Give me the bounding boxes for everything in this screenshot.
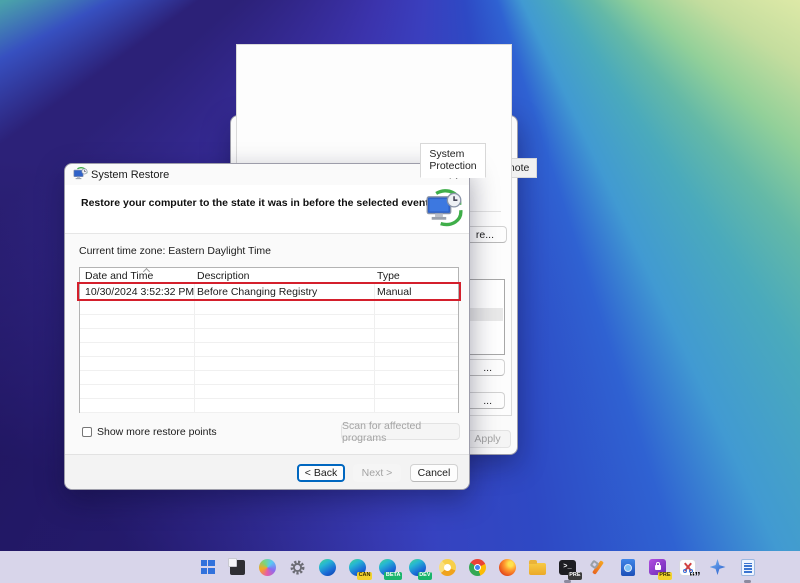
system-restore-title: System Restore <box>91 169 169 181</box>
powertoys-button[interactable] <box>587 557 608 578</box>
edge-dev-button[interactable]: DEV <box>407 557 428 578</box>
folder-icon <box>529 563 546 575</box>
settings-button[interactable] <box>287 557 308 578</box>
show-more-label: Show more restore points <box>97 426 217 438</box>
scan-affected-programs-button[interactable]: Scan for affected programs <box>341 423 460 440</box>
column-header-description[interactable]: Description <box>197 270 250 282</box>
edge-beta-button[interactable]: BETA <box>377 557 398 578</box>
apply-button[interactable]: Apply <box>464 430 511 448</box>
task-view-icon <box>230 560 245 575</box>
files-pre-badge: PRE <box>658 572 672 580</box>
chrome-button[interactable] <box>467 557 488 578</box>
scissors-icon <box>679 559 696 576</box>
chrome-canary-icon <box>439 559 456 576</box>
restore-points-table[interactable]: Date and Time Description Type 10/30/202… <box>79 267 459 413</box>
tab-system-protection[interactable]: System Protection <box>420 143 485 178</box>
running-indicator <box>744 580 751 583</box>
timezone-label: Current time zone: Eastern Daylight Time <box>79 245 271 257</box>
snipping-tool-button[interactable] <box>677 557 698 578</box>
table-row[interactable] <box>80 301 458 315</box>
dev-home-button[interactable] <box>617 557 638 578</box>
canary-badge: CAN <box>357 572 372 580</box>
notepad-button[interactable] <box>737 557 758 578</box>
task-view-button[interactable] <box>227 557 248 578</box>
cancel-button[interactable]: Cancel <box>410 464 458 482</box>
taskbar: CAN BETA DEV >_ <box>0 551 800 583</box>
files-app-button[interactable]: PRE <box>647 557 668 578</box>
show-more-checkbox[interactable] <box>82 427 92 437</box>
next-button[interactable]: Next > <box>353 464 401 482</box>
system-restore-large-icon <box>425 189 463 227</box>
column-header-type[interactable]: Type <box>377 270 400 282</box>
copilot-button[interactable] <box>257 557 278 578</box>
notepad-icon <box>741 559 755 576</box>
edge-button[interactable] <box>317 557 338 578</box>
highlight-annotation <box>77 282 461 301</box>
system-restore-titlebar[interactable]: System Restore <box>65 164 469 185</box>
table-row[interactable] <box>80 385 458 399</box>
firefox-button[interactable] <box>497 557 518 578</box>
dev-home-icon <box>621 559 635 576</box>
table-row[interactable] <box>80 357 458 371</box>
table-row[interactable] <box>80 371 458 385</box>
gear-icon <box>289 559 306 576</box>
edge-canary-button[interactable]: CAN <box>347 557 368 578</box>
powertoys-icon <box>589 559 606 576</box>
table-row[interactable] <box>80 399 458 413</box>
wizard-header: Restore your computer to the state it wa… <box>65 185 469 234</box>
system-restore-icon <box>73 167 88 182</box>
show-more-restore-points[interactable]: Show more restore points <box>82 426 217 438</box>
dev-badge: DEV <box>418 572 432 580</box>
desktop-wallpaper: System Properties Computer Name Hardware… <box>0 0 800 583</box>
table-row[interactable] <box>80 329 458 343</box>
chrome-icon <box>469 559 486 576</box>
firefox-icon <box>499 559 516 576</box>
file-explorer-button[interactable] <box>527 557 548 578</box>
running-indicator <box>564 580 571 583</box>
system-restore-window: System Restore Restore your computer to … <box>64 163 470 490</box>
back-button[interactable]: < Back <box>297 464 345 482</box>
taskbar-icons: CAN BETA DEV >_ <box>197 551 758 583</box>
terminal-pre-badge: PRE <box>568 572 582 580</box>
start-button[interactable] <box>197 557 218 578</box>
chrome-canary-button[interactable] <box>437 557 458 578</box>
wizard-heading: Restore your computer to the state it wa… <box>81 197 429 209</box>
sort-ascending-icon <box>144 267 150 273</box>
table-row[interactable] <box>80 315 458 329</box>
copilot-sparkle-button[interactable] <box>707 557 728 578</box>
edge-icon <box>319 559 336 576</box>
wizard-footer: < Back Next > Cancel <box>65 454 469 489</box>
sparkle-icon <box>710 559 726 575</box>
copilot-icon <box>259 559 276 576</box>
table-row[interactable] <box>80 343 458 357</box>
terminal-button[interactable]: >_ PRE <box>557 557 578 578</box>
beta-badge: BETA <box>384 572 402 580</box>
windows-logo-icon <box>201 560 215 574</box>
table-header: Date and Time Description Type <box>80 268 458 283</box>
